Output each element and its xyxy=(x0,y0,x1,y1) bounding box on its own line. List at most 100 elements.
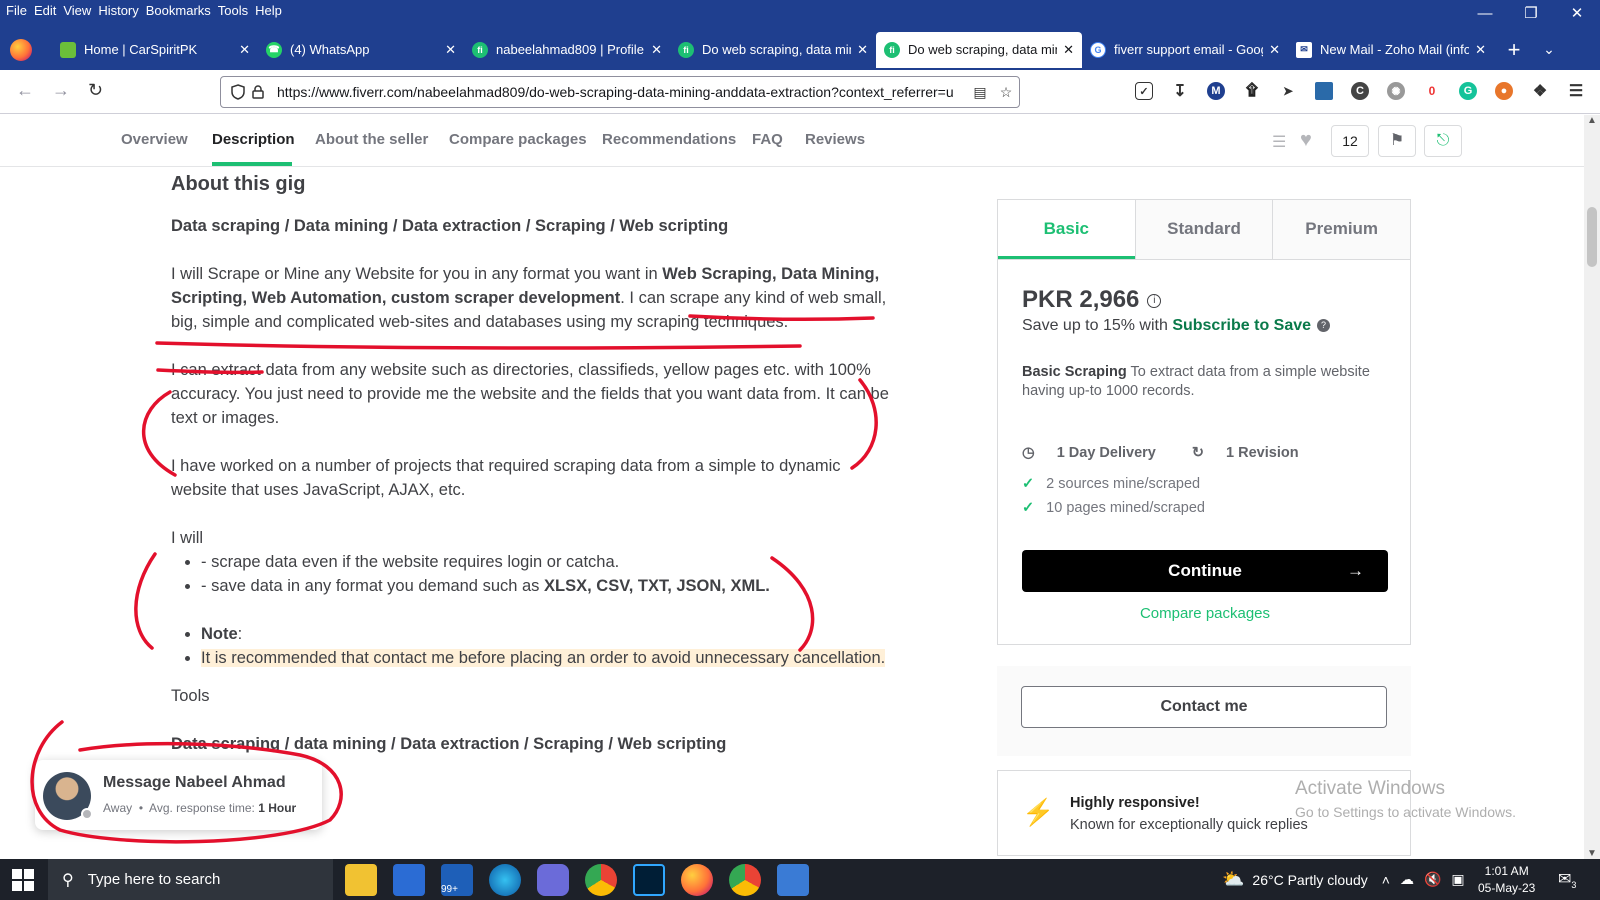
display-icon[interactable]: ▣ xyxy=(1451,871,1464,888)
reader-view-icon[interactable]: ▤ xyxy=(967,84,993,101)
firefox-icon[interactable] xyxy=(10,38,32,61)
list-all-tabs-icon[interactable]: ⌄ xyxy=(1534,41,1564,58)
chrome-profile-icon[interactable] xyxy=(729,864,761,896)
share-icon[interactable]: ⎋ xyxy=(1424,125,1462,157)
contact-me-button[interactable]: Contact me xyxy=(1021,686,1387,728)
tab-carspirit[interactable]: Home | CarSpiritPK ✕ xyxy=(52,32,258,68)
scroll-up-icon[interactable]: ▲ xyxy=(1587,115,1597,126)
menu-help[interactable]: Help xyxy=(255,0,289,22)
red-extension-icon[interactable]: 0 xyxy=(1423,82,1441,100)
tab-fiverr-gig-active[interactable]: fi Do web scraping, data mining ✕ xyxy=(876,31,1082,68)
url-text[interactable]: https://www.fiverr.com/nabeelahmad809/do… xyxy=(277,84,967,100)
package-description: Basic Scraping To extract data from a si… xyxy=(1022,363,1392,401)
tv-extension-icon[interactable] xyxy=(1315,82,1333,100)
tab-standard[interactable]: Standard xyxy=(1134,200,1273,259)
bookmark-star-icon[interactable]: ☆ xyxy=(993,84,1019,101)
chrome-icon[interactable] xyxy=(585,864,617,896)
clock[interactable]: 1:01 AM 05-May-23 xyxy=(1478,863,1535,897)
tab-google-search[interactable]: G fiverr support email - Google ✕ xyxy=(1082,32,1288,68)
firefox-taskbar-icon[interactable] xyxy=(681,864,713,896)
extensions-icon[interactable]: ❖ xyxy=(1531,82,1549,100)
close-tab-icon[interactable]: ✕ xyxy=(1475,42,1486,58)
nav-reviews[interactable]: Reviews xyxy=(805,131,865,148)
reload-icon[interactable]: ↻ xyxy=(88,80,103,101)
nav-about-seller[interactable]: About the seller xyxy=(315,131,428,148)
app-icon[interactable] xyxy=(537,864,569,896)
menu-bookmarks[interactable]: Bookmarks xyxy=(146,0,218,22)
scroll-down-icon[interactable]: ▼ xyxy=(1587,848,1597,859)
compare-packages-link[interactable]: Compare packages xyxy=(998,605,1412,622)
page-scrollbar[interactable]: ▲ ▼ xyxy=(1584,115,1600,859)
weather-text[interactable]: 26°C Partly cloudy xyxy=(1252,872,1367,888)
tab-zoho-mail[interactable]: ✉ New Mail - Zoho Mail (info@ ✕ xyxy=(1288,32,1494,68)
scroll-thumb[interactable] xyxy=(1587,207,1597,267)
nav-faq[interactable]: FAQ xyxy=(752,131,783,148)
new-tab-icon[interactable]: + xyxy=(1494,37,1534,63)
list-item: Note: xyxy=(201,622,891,646)
close-tab-icon[interactable]: ✕ xyxy=(1269,42,1280,58)
close-tab-icon[interactable]: ✕ xyxy=(445,42,456,58)
subscribe-link[interactable]: Subscribe to Save xyxy=(1172,317,1311,334)
notification-icon[interactable]: ✉3 xyxy=(1558,869,1576,890)
close-tab-icon[interactable]: ✕ xyxy=(857,42,868,58)
mail-icon[interactable]: 99+ xyxy=(441,864,473,896)
info-icon[interactable]: i xyxy=(1147,293,1162,308)
chevron-up-icon[interactable]: ˄ xyxy=(1382,872,1390,888)
forward-icon[interactable]: → xyxy=(52,80,70,101)
tab-whatsapp[interactable]: ☎ (4) WhatsApp ✕ xyxy=(258,32,464,68)
nav-description[interactable]: Description xyxy=(212,131,295,148)
flag-icon[interactable]: ⚑ xyxy=(1378,125,1416,157)
menu-history[interactable]: History xyxy=(98,0,145,22)
edge-icon[interactable] xyxy=(489,864,521,896)
close-tab-icon[interactable]: ✕ xyxy=(651,42,662,58)
text: 10 pages mined/scraped xyxy=(1046,500,1205,516)
back-icon[interactable]: ← xyxy=(16,80,34,101)
volume-muted-icon[interactable]: 🔇 xyxy=(1424,871,1441,888)
file-explorer-icon[interactable] xyxy=(345,864,377,896)
extension-c-icon[interactable]: ۩ xyxy=(1243,82,1261,100)
taskbar-search[interactable]: ⚲ Type here to search xyxy=(48,859,333,900)
gig-subheading-2: Data scraping / data mining / Data extra… xyxy=(171,735,727,753)
m-extension-icon[interactable]: M xyxy=(1207,82,1225,100)
lock-icon[interactable] xyxy=(251,85,265,99)
cursor-extension-icon[interactable]: ➤ xyxy=(1279,82,1297,100)
date: 05-May-23 xyxy=(1478,881,1536,895)
collections-icon[interactable]: ☰ xyxy=(1272,132,1286,152)
minimize-icon[interactable]: — xyxy=(1462,0,1508,28)
store-icon[interactable] xyxy=(393,864,425,896)
menu-file[interactable]: File xyxy=(6,0,34,22)
url-bar[interactable]: https://www.fiverr.com/nabeelahmad809/do… xyxy=(220,76,1020,108)
app-menu-icon[interactable]: ☰ xyxy=(1567,82,1585,100)
message-seller-popup[interactable]: Message Nabeel Ahmad Away • Avg. respons… xyxy=(35,760,322,830)
shield-icon[interactable] xyxy=(231,84,245,100)
downloads-icon[interactable]: ↧ xyxy=(1171,82,1189,100)
tab-fiverr-profile[interactable]: fi nabeelahmad809 | Profile | Fiverr ✕ xyxy=(464,32,670,68)
gear-extension-icon[interactable]: ✺ xyxy=(1387,82,1405,100)
menu-view[interactable]: View xyxy=(63,0,98,22)
tab-basic[interactable]: Basic xyxy=(998,200,1135,259)
close-window-icon[interactable]: ✕ xyxy=(1554,0,1600,28)
nav-recommendations[interactable]: Recommendations xyxy=(602,131,736,148)
heart-icon[interactable]: ♥ xyxy=(1300,129,1312,152)
search-placeholder: Type here to search xyxy=(87,871,221,888)
menu-tools[interactable]: Tools xyxy=(218,0,255,22)
network-icon[interactable]: ☁ xyxy=(1400,871,1414,888)
continue-button[interactable]: Continue → xyxy=(1022,550,1388,592)
close-tab-icon[interactable]: ✕ xyxy=(239,42,250,58)
photoshop-icon[interactable] xyxy=(633,864,665,896)
windows-start-icon[interactable] xyxy=(12,869,34,891)
close-tab-icon[interactable]: ✕ xyxy=(1063,42,1074,58)
help-icon[interactable]: ? xyxy=(1317,319,1331,333)
photos-icon[interactable] xyxy=(777,864,809,896)
nav-compare-packages[interactable]: Compare packages xyxy=(449,131,587,148)
tab-fiverr-gig[interactable]: fi Do web scraping, data mining ✕ xyxy=(670,32,876,68)
restore-icon[interactable]: ❐ xyxy=(1508,0,1554,28)
tab-premium[interactable]: Premium xyxy=(1272,200,1411,259)
nav-overview[interactable]: Overview xyxy=(121,131,188,148)
vpn-extension-icon[interactable]: ● xyxy=(1495,82,1513,100)
menu-edit[interactable]: Edit xyxy=(34,0,63,22)
grammar-extension-icon[interactable]: C xyxy=(1351,82,1369,100)
grammarly-icon[interactable]: G xyxy=(1459,82,1477,100)
pocket-icon[interactable]: ✓ xyxy=(1135,82,1153,100)
pinned-apps: 99+ xyxy=(345,864,825,896)
